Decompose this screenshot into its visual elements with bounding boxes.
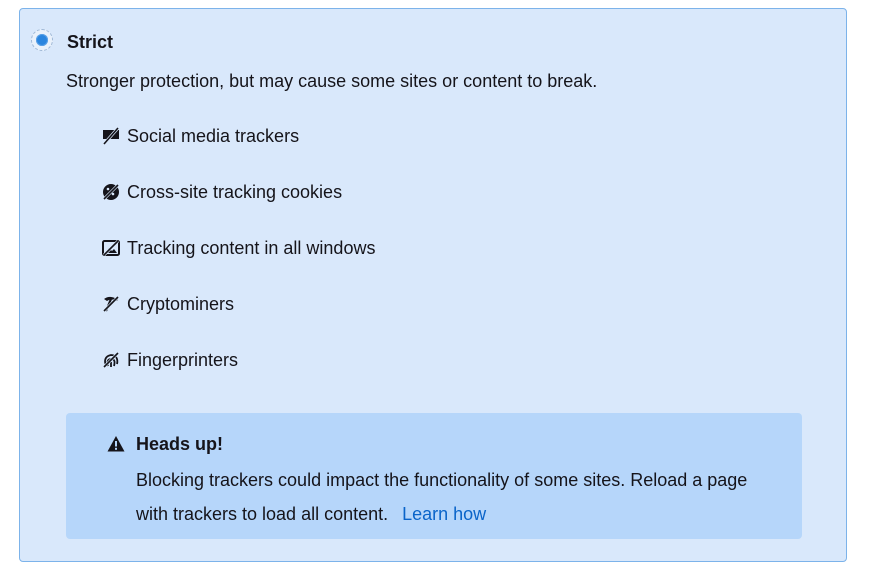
warning-icon xyxy=(107,436,125,452)
option-description: Stronger protection, but may cause some … xyxy=(66,71,598,91)
cryptominer-icon xyxy=(102,295,120,313)
feature-cross-site-cookies: Cross-site tracking cookies xyxy=(101,180,375,204)
learn-how-link[interactable]: Learn how xyxy=(402,504,486,524)
feature-cryptominers: Cryptominers xyxy=(101,292,375,316)
feature-social-media-trackers: Social media trackers xyxy=(101,124,375,148)
blocked-features-list: Social media trackers Cross-site trackin… xyxy=(101,124,375,404)
feature-tracking-content: Tracking content in all windows xyxy=(101,236,375,260)
notice-title: Heads up! xyxy=(136,434,224,454)
fingerprinter-icon xyxy=(102,351,120,369)
feature-label: Cross-site tracking cookies xyxy=(127,181,343,202)
cookie-icon xyxy=(102,183,120,201)
heads-up-notice: Heads up! Blocking trackers could impact… xyxy=(66,413,802,539)
feature-fingerprinters: Fingerprinters xyxy=(101,348,375,372)
social-tracker-icon xyxy=(102,127,120,145)
feature-label: Social media trackers xyxy=(127,125,300,146)
feature-label: Tracking content in all windows xyxy=(127,237,376,258)
feature-label: Cryptominers xyxy=(127,293,235,314)
notice-body: Blocking trackers could impact the funct… xyxy=(136,463,756,531)
feature-label: Fingerprinters xyxy=(127,349,239,370)
tracking-content-icon xyxy=(102,239,120,257)
radio-selected-dot xyxy=(36,34,48,46)
option-title: Strict xyxy=(67,32,114,52)
strict-protection-panel: Strict Stronger protection, but may caus… xyxy=(19,8,847,562)
strict-radio-button[interactable] xyxy=(31,29,53,51)
